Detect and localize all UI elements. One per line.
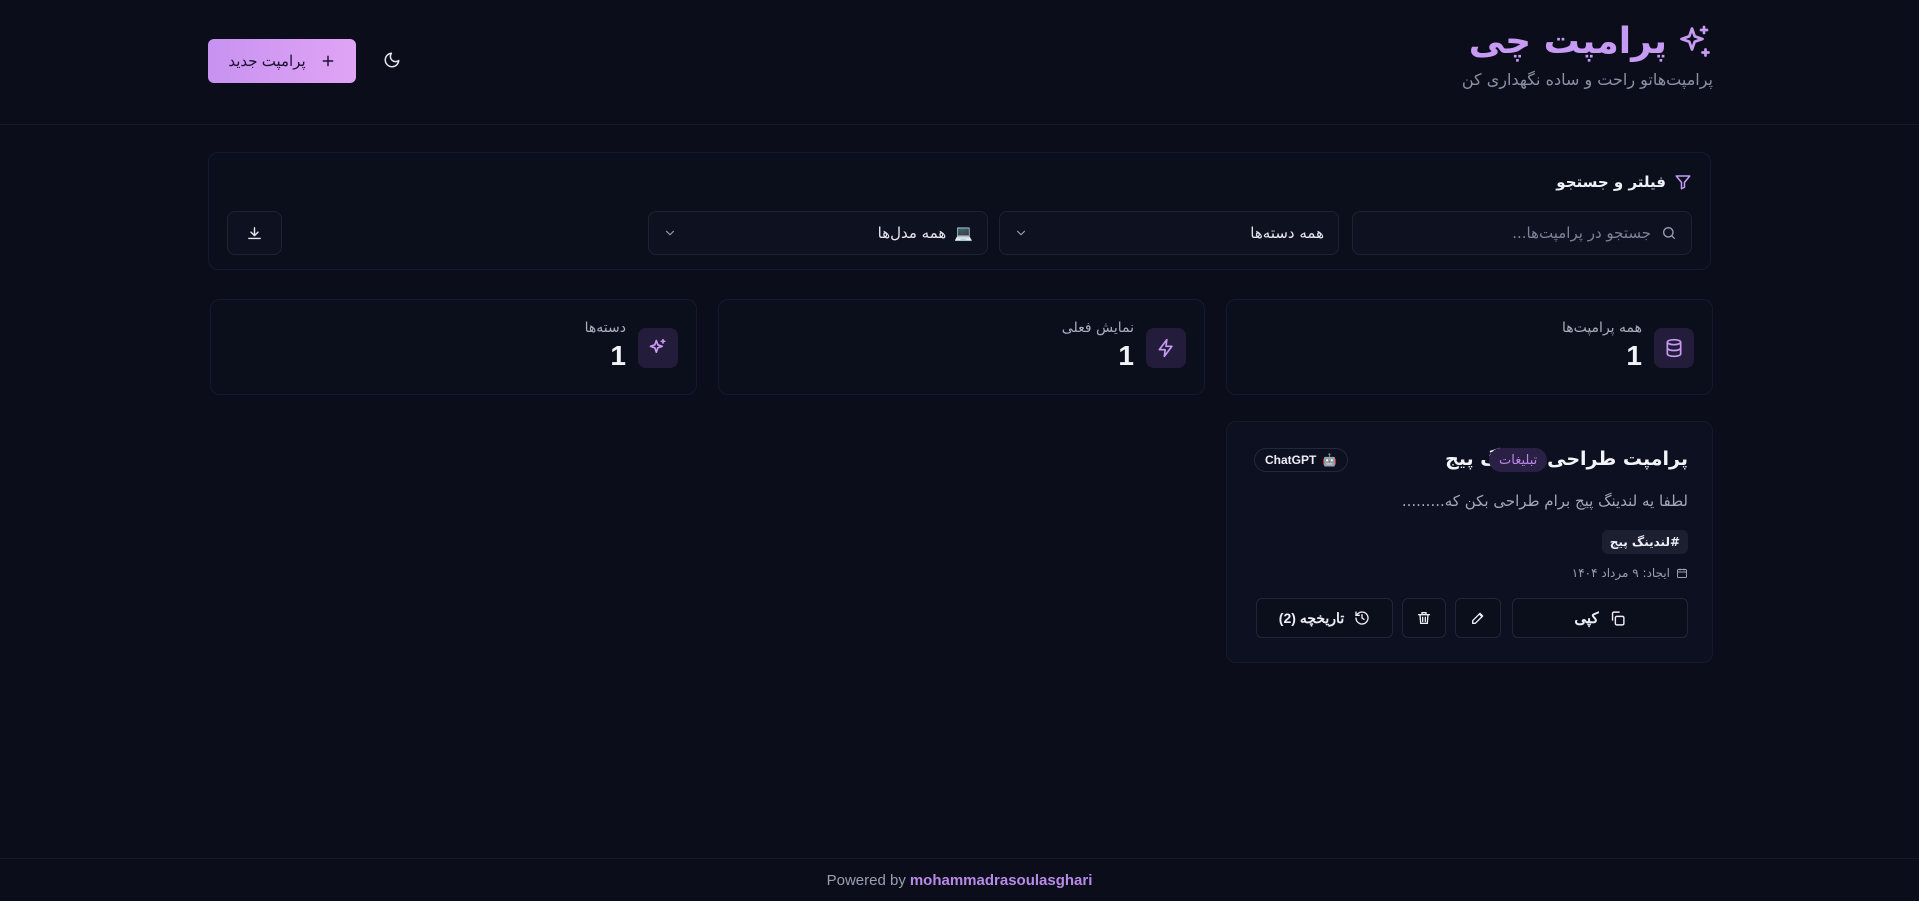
- stat-value: 1: [610, 340, 626, 371]
- copy-label: کپی: [1574, 610, 1599, 627]
- filter-title: فیلتر و جستجو: [1556, 173, 1692, 191]
- author-link[interactable]: mohammadrasoulasghari: [910, 872, 1093, 889]
- stat-card-current-view: نمایش فعلی 1: [718, 299, 1205, 395]
- filter-icon: [1674, 173, 1692, 191]
- app-footer: Powered by mohammadrasoulasghari: [0, 858, 1919, 901]
- search-input[interactable]: جستجو در پرامپت‌ها...: [1352, 211, 1692, 255]
- filter-panel: فیلتر و جستجو جستجو در پرامپت‌ها... همه …: [208, 152, 1711, 270]
- new-prompt-button[interactable]: پرامپت جدید: [208, 39, 356, 83]
- stat-card-categories: دسته‌ها 1: [210, 299, 697, 395]
- prompt-description: لطفا یه لندینگ پیج برام طراحی بکن که....…: [1401, 492, 1688, 510]
- prompt-card: پرامپت طراحی لندینگ پیج تبلیغات ChatGPT …: [1226, 421, 1713, 663]
- stat-value: 1: [1118, 340, 1134, 371]
- search-placeholder: جستجو در پرامپت‌ها...: [1512, 224, 1651, 242]
- prompt-title: پرامپت طراحی لندینگ پیج: [1445, 448, 1688, 470]
- plus-icon: [320, 53, 336, 69]
- history-label: تاریخچه (2): [1278, 609, 1345, 626]
- copy-button[interactable]: کپی: [1512, 598, 1688, 638]
- model-selected-value: همه مدل‌ها: [877, 224, 947, 242]
- model-name: ChatGPT: [1265, 453, 1317, 467]
- model-select[interactable]: 💻 همه مدل‌ها: [648, 211, 988, 255]
- delete-button[interactable]: [1402, 598, 1446, 638]
- chevron-down-icon: [663, 226, 677, 240]
- prompt-tag[interactable]: #لندینگ پیج: [1601, 530, 1688, 554]
- database-icon: [1654, 328, 1694, 368]
- search-icon: [1661, 225, 1677, 241]
- stat-card-all-prompts: همه پرامپت‌ها 1: [1226, 299, 1713, 395]
- download-icon: [246, 225, 263, 242]
- sparkles-icon: [638, 328, 678, 368]
- stat-label: دسته‌ها: [584, 320, 626, 336]
- calendar-icon: [1676, 567, 1688, 579]
- category-select[interactable]: همه دسته‌ها: [999, 211, 1339, 255]
- created-date-text: ایجاد: ۹ مرداد ۱۴۰۴: [1571, 566, 1670, 580]
- edit-icon: [1470, 610, 1486, 626]
- laptop-emoji: 💻: [954, 224, 973, 242]
- robot-emoji: 🤖: [1322, 453, 1338, 467]
- app-title: پرامپت چی: [1468, 21, 1667, 62]
- moon-icon: [383, 51, 401, 69]
- category-badge: تبلیغات: [1489, 448, 1548, 472]
- brand: پرامپت چی پرامپت‌هاتو راحت و ساده نگهدار…: [1462, 20, 1713, 89]
- copy-icon: [1609, 610, 1626, 627]
- sparkles-icon: [1677, 24, 1713, 60]
- model-badge: ChatGPT 🤖: [1254, 448, 1349, 472]
- new-prompt-label: پرامپت جدید: [228, 53, 306, 70]
- powered-by-text: Powered by: [826, 871, 906, 889]
- stat-label: نمایش فعلی: [1061, 320, 1134, 336]
- app-subtitle: پرامپت‌هاتو راحت و ساده نگهداری کن: [1461, 70, 1713, 89]
- edit-button[interactable]: [1455, 598, 1501, 638]
- app-header: پرامپت چی پرامپت‌هاتو راحت و ساده نگهدار…: [0, 0, 1919, 125]
- app-page: پرامپت چی پرامپت‌هاتو راحت و ساده نگهدار…: [0, 0, 1919, 901]
- created-date: ایجاد: ۹ مرداد ۱۴۰۴: [1572, 566, 1688, 580]
- chevron-down-icon: [1014, 226, 1028, 240]
- model-selected: 💻 همه مدل‌ها: [878, 224, 973, 242]
- export-download-button[interactable]: [227, 211, 282, 255]
- zap-icon: [1146, 328, 1186, 368]
- theme-toggle-button[interactable]: [380, 48, 404, 72]
- trash-icon: [1416, 610, 1432, 626]
- history-icon: [1354, 610, 1370, 626]
- history-button[interactable]: تاریخچه (2): [1256, 598, 1393, 638]
- stat-label: همه پرامپت‌ها: [1561, 320, 1642, 336]
- category-selected-value: همه دسته‌ها: [1250, 224, 1324, 242]
- stat-value: 1: [1626, 340, 1642, 371]
- filter-title-label: فیلتر و جستجو: [1556, 173, 1666, 191]
